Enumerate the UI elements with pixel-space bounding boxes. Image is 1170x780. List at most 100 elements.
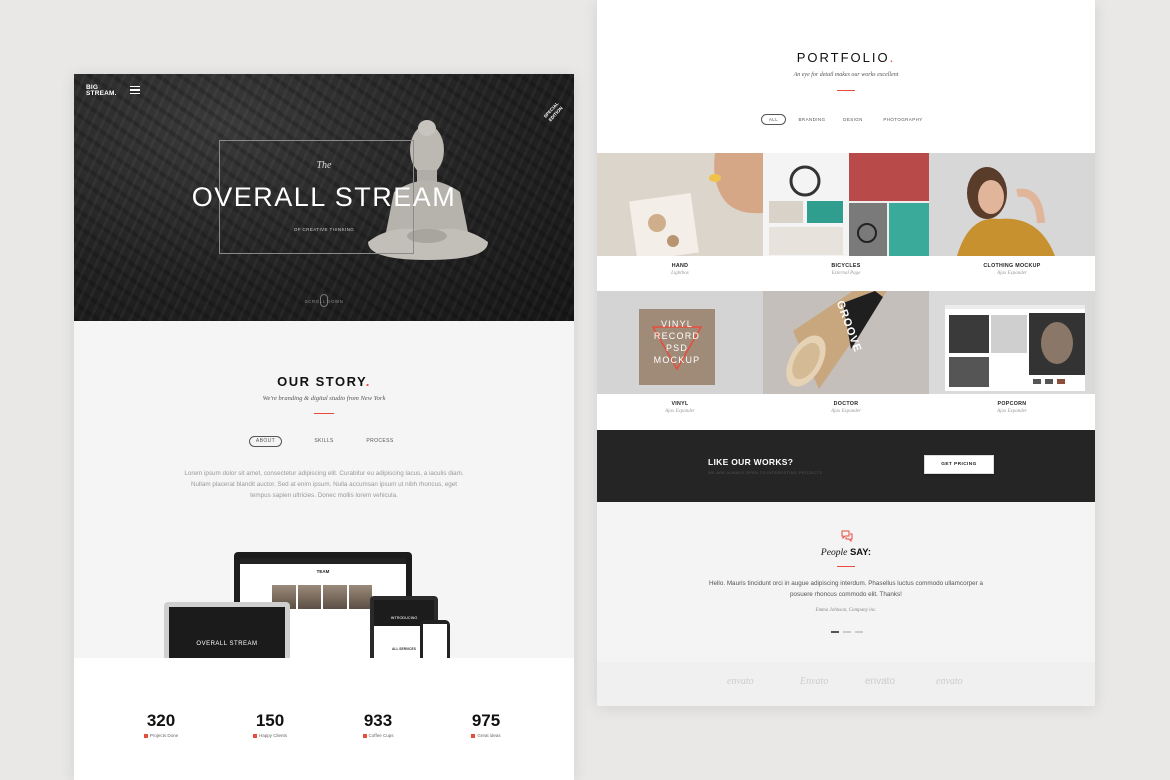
coffee-icon (362, 733, 367, 738)
laptop: OVERALL STREAM (164, 602, 290, 658)
phone (420, 620, 450, 658)
our-story-heading: OUR STORY. (74, 374, 574, 389)
stat-coffee: 933 Coffee Cups (343, 711, 413, 738)
divider-line (837, 566, 855, 567)
laptop-screen: OVERALL STREAM (169, 607, 285, 658)
portfolio-subtitle: An eye for detail makes our works excell… (793, 72, 899, 78)
tab-skills[interactable]: SKILLS (307, 436, 341, 447)
story-title-text: OUR STORY (277, 374, 366, 389)
right-page-mockup: PORTFOLIO. An eye for detail makes our w… (597, 0, 1095, 706)
vinyl-art-line: PSD (665, 343, 689, 353)
vinyl-art-line: RECORD (653, 331, 701, 341)
stat-label: Happy Clients (235, 733, 305, 738)
stat-label: Coffee Cups (343, 733, 413, 738)
scroll-down-link[interactable]: SCROLL DOWN (299, 299, 349, 304)
item-subtitle: External Page (831, 271, 861, 276)
portfolio-item-clothing-mockup[interactable]: CLOTHING MOCKUP Ajax Expander (929, 153, 1095, 291)
hamburger-menu-icon[interactable] (130, 86, 140, 94)
client-logo[interactable]: Envato (800, 676, 828, 687)
heart-icon (252, 733, 257, 738)
logo-line-2: STREAM. (86, 90, 117, 97)
monitor-title: TEAM (316, 569, 330, 574)
item-subtitle: Ajax Expander (831, 409, 861, 414)
stat-label-text: Happy Clients (258, 733, 287, 738)
portfolio-item-popcorn[interactable]: POPCORN Ajax Expander (929, 291, 1095, 429)
get-pricing-button[interactable]: GET PRICING (924, 455, 994, 474)
vinyl-art-line: MOCKUP (653, 355, 701, 365)
item-subtitle: Ajax Expander (997, 409, 1027, 414)
logo[interactable]: BIG STREAM. (86, 84, 126, 97)
our-story-subtitle: We're branding & digital studio from New… (262, 395, 386, 402)
item-title: VINYL (671, 401, 689, 407)
stat-value: 933 (363, 711, 393, 730)
bicycles-image (763, 153, 929, 256)
slider-dot[interactable] (831, 631, 839, 633)
testimonials-heading: People SAY: (597, 547, 1095, 558)
monitor-header-bar (240, 558, 406, 564)
filter-all[interactable]: ALL (761, 114, 786, 125)
client-logo[interactable]: envato (865, 676, 895, 687)
speech-bubbles-icon (841, 530, 853, 542)
team-photo (348, 585, 372, 609)
item-subtitle: Lightbox (671, 271, 689, 276)
portfolio-filters: ALL BRANDING DESIGN PHOTOGRAPHY (761, 114, 931, 126)
portfolio-heading: PORTFOLIO. (597, 50, 1095, 65)
filter-design[interactable]: DESIGN (841, 114, 865, 125)
stat-value: 975 (471, 711, 501, 730)
filter-photography[interactable]: PHOTOGRAPHY (879, 114, 927, 125)
slider-dot[interactable] (843, 631, 851, 633)
hand-image (597, 153, 763, 256)
special-edition-badge: SPECIAL EDITION (542, 100, 574, 134)
client-logo[interactable]: envato (936, 676, 963, 687)
portfolio-image (929, 153, 1095, 256)
cta-section: LIKE OUR WORKS? WE ARE ALWAYS OPEN TO IN… (597, 430, 1095, 502)
team-photo (323, 585, 347, 609)
testimonial-quote: Hello. Mauris tincidunt orci in augue ad… (708, 580, 984, 598)
team-photo (297, 585, 321, 609)
tab-process[interactable]: PROCESS (361, 436, 399, 447)
clothing-image (929, 153, 1095, 256)
testimonials-section: People SAY: Hello. Mauris tincidunt orci… (597, 502, 1095, 662)
divider-line (314, 413, 334, 414)
portfolio-item-doctor[interactable]: GROOVE DOCTOR Ajax Expander (763, 291, 929, 429)
portfolio-image (597, 153, 763, 256)
tab-about[interactable]: ABOUT (249, 436, 282, 447)
phone-screen (423, 624, 447, 658)
item-title: CLOTHING MOCKUP (983, 263, 1041, 269)
client-logo[interactable]: envato (727, 676, 754, 687)
stat-ideas: 975 Great ideas (451, 711, 521, 738)
stat-projects: 320 Projects Done (126, 711, 196, 738)
story-title-dot: . (365, 374, 371, 389)
portfolio-image: GROOVE (763, 291, 929, 394)
portfolio-item-hand[interactable]: HAND Lightbox (597, 153, 763, 291)
device-mockups: TEAM OVERALL STREAM INTRODUCING ALL SERV… (164, 552, 464, 658)
item-title: POPCORN (997, 401, 1027, 407)
cta-subtitle: WE ARE ALWAYS OPEN TO INTERESTING PROJEC… (708, 470, 823, 475)
briefcase-icon (143, 733, 148, 738)
vinyl-art-line: VINYL (660, 319, 693, 329)
stats-section: 320 Projects Done 150 Happy Clients 933 … (74, 658, 574, 780)
story-tabs: ABOUT SKILLS PROCESS (249, 436, 399, 448)
cta-title: LIKE OUR WORKS? (708, 457, 794, 467)
slider-dots (831, 631, 865, 633)
stat-label: Great ideas (451, 733, 521, 738)
testimonial-author: Emma Johnson, Company inc. (815, 608, 877, 613)
portfolio-item-bicycles[interactable]: BICYCLES External Page (763, 153, 929, 291)
hero-section: BIG STREAM. SPECIAL EDITION The OVERALL … (74, 74, 574, 321)
hero-subtitle: OF CREATIVE THINKING (293, 227, 355, 232)
item-subtitle: Ajax Expander (997, 271, 1027, 276)
portfolio-image (763, 153, 929, 256)
item-title: DOCTOR (833, 401, 859, 407)
slider-dot[interactable] (855, 631, 863, 633)
stat-label-text: Projects Done (149, 733, 179, 738)
item-title: BICYCLES (831, 263, 861, 269)
filter-branding[interactable]: BRANDING (795, 114, 829, 125)
story-paragraph: Lorem ipsum dolor sit amet, consectetur … (184, 470, 464, 499)
hero-title: OVERALL STREAM (191, 182, 457, 212)
item-title: HAND (671, 263, 689, 269)
portfolio-title-dot: . (889, 50, 896, 65)
stat-label-text: Coffee Cups (368, 733, 394, 738)
stat-value: 320 (146, 711, 176, 730)
laptop-title: OVERALL STREAM (196, 641, 258, 647)
portfolio-item-vinyl[interactable]: VINYL RECORD PSD MOCKUP VINYL Ajax Expan… (597, 291, 763, 429)
